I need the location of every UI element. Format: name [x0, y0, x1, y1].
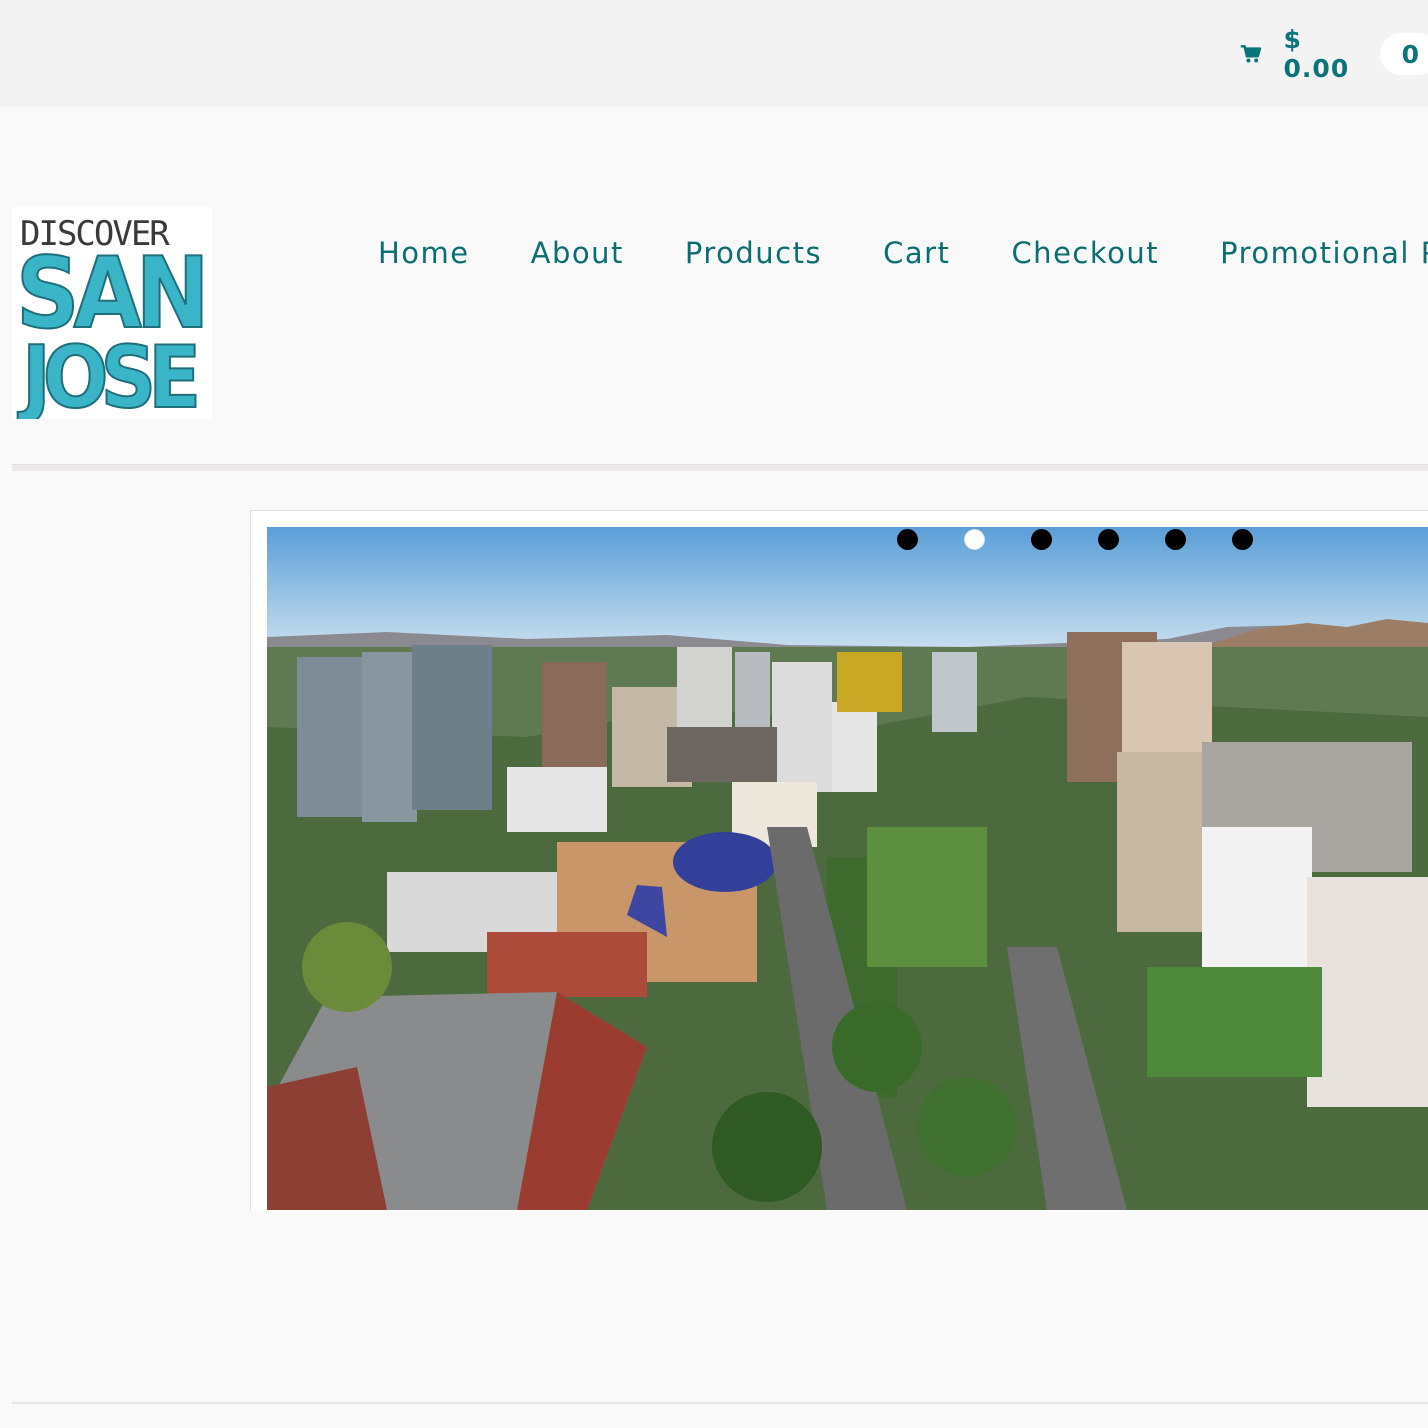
aerial-city-skyline-image — [267, 527, 1428, 1210]
discover-san-jose-logo: DISCOVER SAN JOSE — [12, 207, 212, 429]
shopping-cart-icon[interactable] — [1240, 42, 1262, 66]
nav-about[interactable]: About — [531, 236, 624, 270]
nav-cart[interactable]: Cart — [883, 236, 950, 270]
main-navigation: Home About Products Cart Checkout Promot… — [378, 236, 1428, 270]
slider-dot-3[interactable] — [1031, 529, 1052, 550]
nav-products[interactable]: Products — [685, 236, 822, 270]
nav-checkout[interactable]: Checkout — [1011, 236, 1159, 270]
footer-divider — [12, 1402, 1428, 1404]
cart-count-badge[interactable]: 0 — [1379, 33, 1428, 75]
slider-dot-5[interactable] — [1165, 529, 1186, 550]
slider-dot-1[interactable] — [897, 529, 918, 550]
site-logo[interactable]: DISCOVER SAN JOSE — [12, 207, 212, 429]
slider-dot-2[interactable] — [964, 529, 985, 550]
logo-line-jose: JOSE — [17, 328, 196, 419]
cart-total[interactable]: $ 0.00 — [1284, 25, 1356, 83]
slider-pagination — [897, 529, 1299, 550]
cart-widget[interactable]: $ 0.00 0 — [1240, 25, 1428, 83]
slider-dot-6[interactable] — [1232, 529, 1253, 550]
nav-promotional-products[interactable]: Promotional Pro — [1220, 236, 1428, 270]
slider-dot-4[interactable] — [1098, 529, 1119, 550]
top-bar — [0, 0, 1428, 107]
nav-home[interactable]: Home — [378, 236, 470, 270]
slider-image-city-aerial[interactable] — [267, 527, 1428, 1210]
header-divider — [12, 464, 1428, 471]
